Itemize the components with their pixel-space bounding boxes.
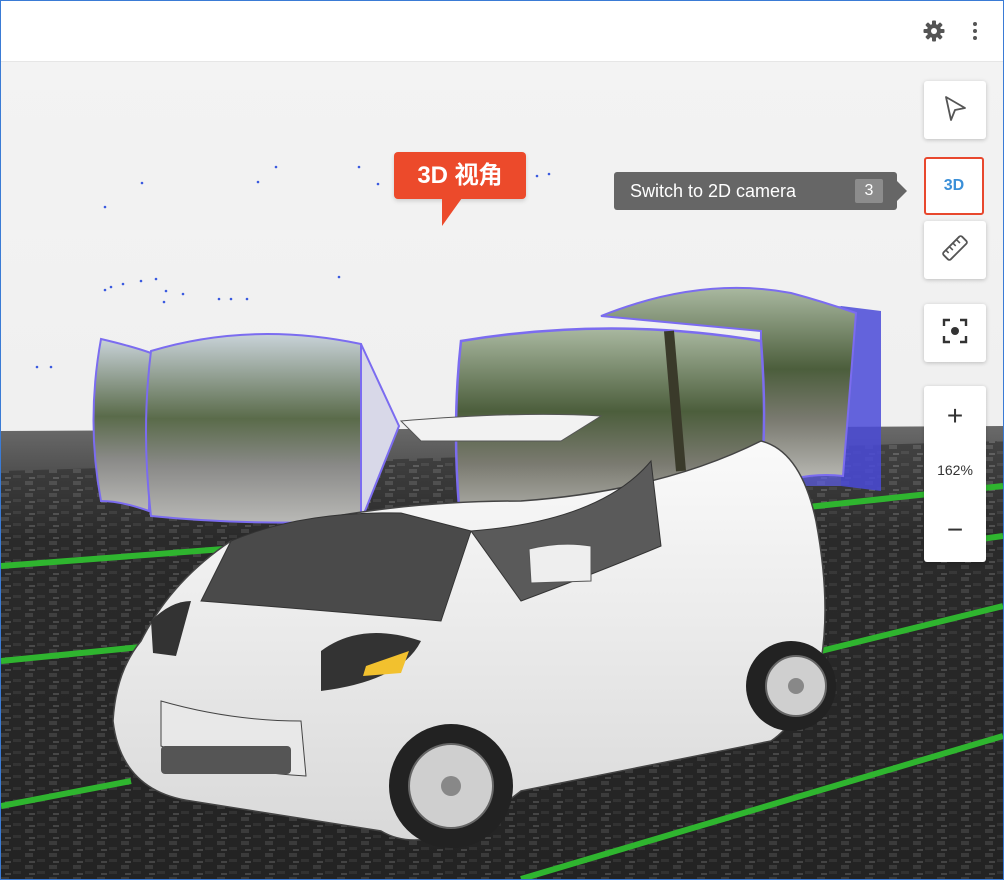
ruler-icon [939, 232, 971, 269]
panel-toolbar [1, 1, 1003, 62]
tooltip-shortcut-key: 3 [855, 179, 883, 203]
tooltip-text: Switch to 2D camera [630, 180, 797, 201]
panel-3d-view: 3D 视角 Switch to 2D camera 3 3D + 162% − [0, 0, 1004, 880]
camera-frustum-left [92, 333, 401, 524]
more-vertical-icon[interactable] [963, 19, 987, 43]
zoom-out-button[interactable]: − [924, 502, 986, 558]
annotation-text: 3D 视角 [417, 162, 503, 189]
zoom-level: 162% [937, 462, 973, 478]
zoom-controls: + 162% − [924, 386, 986, 562]
view-mode-label: 3D [943, 177, 965, 194]
recenter-button[interactable] [924, 304, 986, 362]
tooltip-switch-camera: Switch to 2D camera 3 [614, 172, 907, 210]
zoom-out-label: − [946, 514, 964, 545]
annotation-callout: 3D 视角 [394, 152, 526, 226]
3d-viewport[interactable]: 3D 视角 Switch to 2D camera 3 3D + 162% − [1, 62, 1003, 879]
view-mode-toggle-button[interactable]: 3D [924, 157, 984, 215]
measure-tool-button[interactable] [924, 221, 986, 279]
zoom-in-label: + [946, 400, 964, 431]
focus-target-icon [941, 317, 969, 350]
gear-icon[interactable] [922, 19, 946, 43]
zoom-in-button[interactable]: + [924, 388, 986, 444]
pointer-arrow-icon [940, 93, 970, 128]
select-tool-button[interactable] [924, 81, 986, 139]
